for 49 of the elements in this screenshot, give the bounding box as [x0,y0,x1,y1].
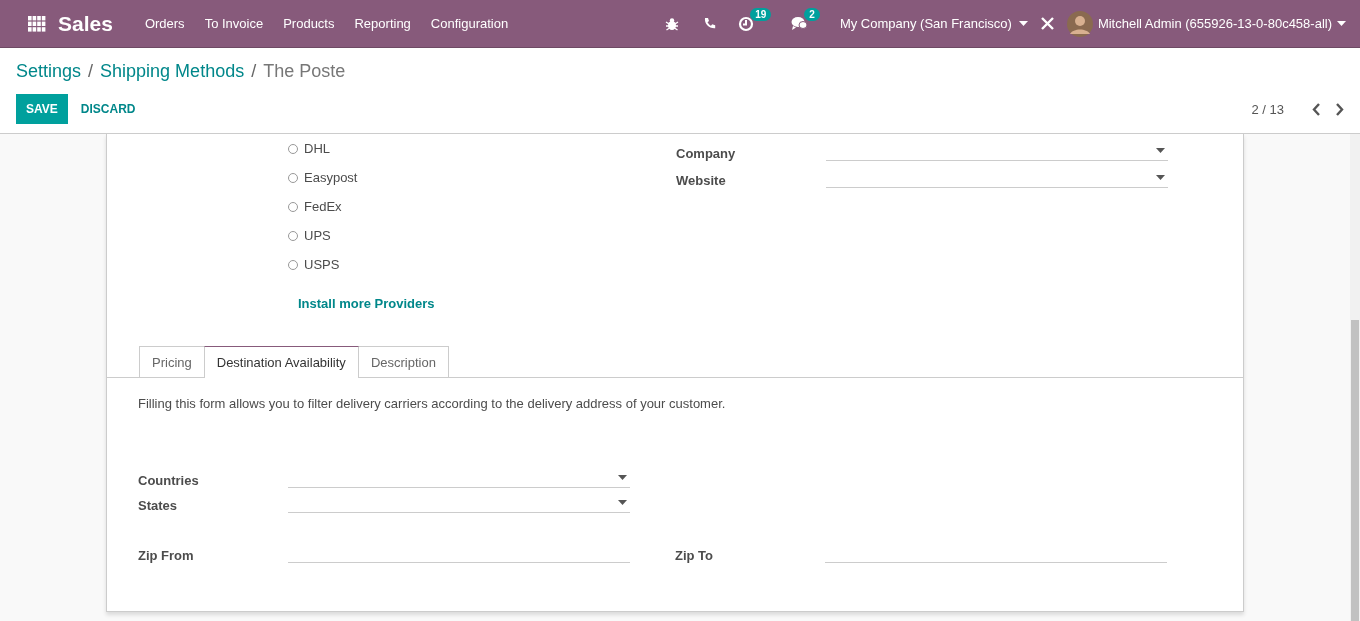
caret-icon [1018,21,1028,26]
chat-icon[interactable] [791,16,809,31]
menu-item[interactable]: Configuration [430,16,509,31]
breadcrumb-separator: / [88,61,94,83]
tab[interactable]: Pricing [139,346,205,377]
phone-icon[interactable] [703,17,717,30]
menu-item[interactable]: Products [283,16,335,31]
field-label: Company [676,146,737,161]
field-label: Website [676,173,727,188]
field-label: Zip From [138,548,195,563]
radio-label[interactable]: UPS [304,228,331,243]
tab[interactable]: Destination Availability [203,346,359,378]
clock-icon[interactable] [738,15,755,32]
radio-label[interactable]: FedEx [304,199,342,214]
caret-icon [618,500,627,505]
company-switcher[interactable]: My Company (San Francisco) [839,16,1028,31]
user-menu[interactable]: Mitchell Admin (655926-13-0-80c458-all) [1066,10,1346,37]
caret-icon [1156,175,1165,180]
caret-icon [618,475,627,480]
app-name[interactable]: Sales [58,11,113,36]
install-providers-link[interactable]: Install more Providers [298,296,676,311]
bug-icon[interactable] [665,16,680,31]
breadcrumb[interactable]: Shipping Methods [100,61,245,93]
radio-label[interactable]: DHL [304,141,330,156]
message-count-badge: 2 [804,8,820,21]
menu-item[interactable]: Orders [144,16,185,31]
field-label: Zip To [675,548,715,563]
breadcrumb-separator: / [251,61,257,83]
caret-icon [1156,148,1165,153]
radio-label[interactable]: USPS [304,257,340,272]
pager-counter: 2 / 13 [1251,101,1284,117]
activity-count-badge: 19 [750,7,772,21]
save-button[interactable]: SAVE [16,94,68,124]
field-label: Countries [138,473,200,488]
page-title: The Poste [263,61,346,83]
discard-button[interactable]: DISCARD [67,94,149,124]
field-label: States [138,498,179,513]
breadcrumb[interactable]: Settings [16,61,82,93]
tab[interactable]: Description [357,346,449,377]
apps-grid-icon[interactable] [28,15,46,32]
radio-label[interactable]: Easypost [304,170,358,185]
scrollbar[interactable] [1350,134,1360,621]
menu-item[interactable]: To Invoice [204,16,264,31]
avatar-icon [1066,10,1093,37]
caret-icon [1337,21,1346,26]
chevron-right-icon[interactable] [1335,102,1344,116]
help-text: Filling this form allows you to filter delivery carriers according to the delivery address of your customer. [138,396,727,411]
chevron-left-icon[interactable] [1312,102,1321,116]
menu-item[interactable]: Reporting [354,16,411,31]
